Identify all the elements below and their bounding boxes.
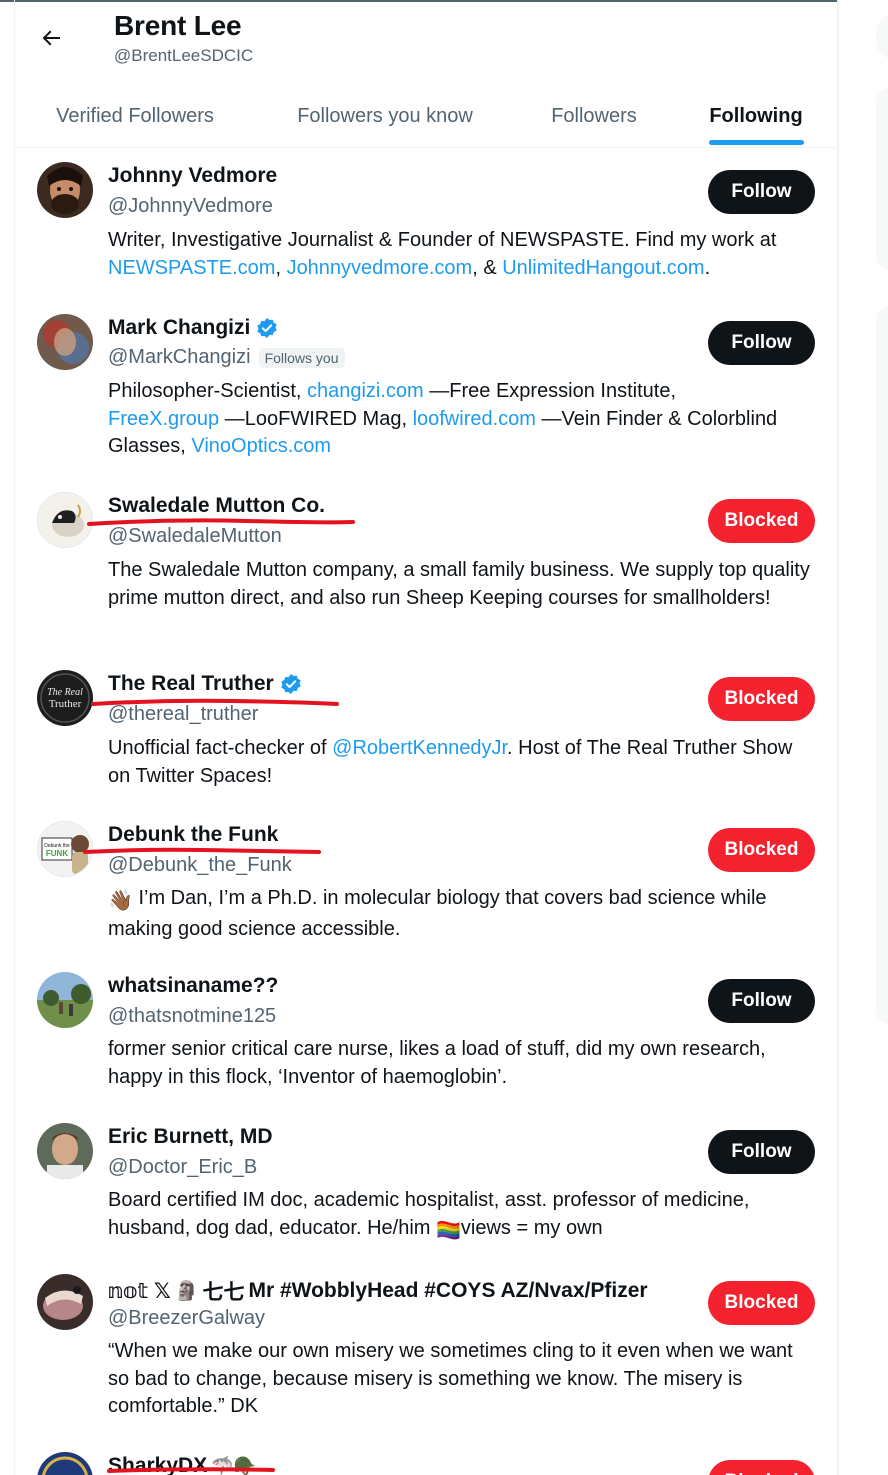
waving-hand-icon: 👋🏾 — [108, 890, 133, 912]
blocked-button[interactable]: Blocked — [708, 828, 815, 872]
blocked-button[interactable]: Blocked — [708, 499, 815, 543]
bio-text: views = my own — [460, 1216, 603, 1239]
tab-bar: Verified Followers Followers you know Fo… — [15, 84, 839, 148]
tab-verified-followers[interactable]: Verified Followers — [15, 84, 255, 148]
user-bio: The Swaledale Mutton company, a small fa… — [108, 559, 810, 609]
shark-helmet-icons: 🦈🪖 — [211, 1455, 257, 1475]
user-name[interactable]: SharkyDX — [108, 1454, 207, 1475]
user-handle[interactable]: @SwaledaleMutton — [108, 525, 282, 548]
user-name-prefix[interactable]: 𝕟𝕠𝕥 𝕏 — [108, 1279, 171, 1304]
user-row[interactable]: Johnny Vedmore @JohnnyVedmore Writer, In… — [15, 150, 839, 300]
blocked-button[interactable]: Blocked — [708, 677, 815, 721]
bio-link[interactable]: FreeX.group — [108, 408, 219, 430]
sidebar-card — [876, 306, 888, 1024]
user-row[interactable]: Swaledale Mutton Co. @SwaledaleMutton Th… — [15, 480, 839, 656]
bio-link[interactable]: loofwired.com — [413, 408, 536, 430]
bio-text: , & — [472, 256, 503, 279]
user-handle[interactable]: @thereal_truther — [108, 703, 258, 726]
bio-link[interactable]: UnlimitedHangout.com — [502, 257, 704, 279]
follow-button[interactable]: Follow — [708, 979, 815, 1023]
avatar-text: FUNK — [46, 849, 68, 858]
user-bio: Board certified IM doc, academic hospita… — [108, 1187, 818, 1245]
user-name[interactable]: The Real Truther — [108, 672, 274, 696]
bio-text: —LooFWIRED Mag, — [219, 407, 413, 430]
bio-text: . — [704, 256, 711, 279]
user-bio: 👋🏾 I’m Dan, I’m a Ph.D. in molecular bio… — [108, 885, 818, 943]
follows-you-badge: Follows you — [258, 347, 345, 368]
tab-followers-you-know[interactable]: Followers you know — [265, 84, 505, 148]
user-row[interactable]: SharkyDX 🦈🪖 Blocked — [15, 1440, 839, 1475]
bio-text: , — [275, 256, 287, 279]
avatar[interactable] — [37, 1123, 93, 1179]
user-row[interactable]: The Real Truther The Real Truther @there… — [15, 656, 839, 806]
user-name[interactable]: Mr #WobblyHead #COYS AZ/Nvax/Pfizer — [248, 1279, 647, 1303]
user-name-mid[interactable]: 七七 — [202, 1276, 244, 1306]
bio-text: I’m Dan, I’m a Ph.D. in molecular biolog… — [108, 887, 767, 940]
bio-text: —Free Expression Institute, — [423, 380, 677, 402]
follow-button[interactable]: Follow — [708, 321, 815, 365]
bio-text: Board certified IM doc, academic hospita… — [108, 1189, 750, 1239]
user-name[interactable]: Swaledale Mutton Co. — [108, 494, 325, 518]
rainbow-flag-icon: 🏳️‍🌈 — [436, 1219, 461, 1242]
profile-header: Brent Lee @BrentLeeSDCIC Verified Follow… — [15, 0, 839, 148]
user-name[interactable]: whatsinaname?? — [108, 974, 278, 998]
user-bio: former senior critical care nurse, likes… — [108, 1038, 766, 1088]
follow-button[interactable]: Follow — [708, 1130, 815, 1174]
profile-handle: @BrentLeeSDCIC — [114, 46, 254, 65]
bio-text: Unofficial fact-checker of — [108, 737, 333, 759]
user-bio: Philosopher-Scientist, changizi.com —Fre… — [108, 378, 818, 461]
avatar-text: The Real — [47, 687, 83, 698]
bio-link[interactable]: NEWSPASTE.com — [108, 257, 275, 279]
user-handle[interactable]: @Debunk_the_Funk — [108, 854, 292, 877]
page-title: Brent Lee — [114, 10, 242, 41]
user-handle[interactable]: @Doctor_Eric_B — [108, 1156, 257, 1179]
user-row[interactable]: whatsinaname?? @thatsnotmine125 former s… — [15, 958, 839, 1108]
bio-mention-link[interactable]: @RobertKennedyJr — [332, 737, 507, 759]
avatar[interactable] — [37, 972, 93, 1028]
user-bio: Writer, Investigative Journalist & Found… — [108, 227, 818, 282]
tab-followers[interactable]: Followers — [515, 84, 673, 148]
user-handle[interactable]: @MarkChangizi — [108, 346, 251, 369]
main-column: Brent Lee @BrentLeeSDCIC Verified Follow… — [14, 0, 839, 1475]
blocked-button[interactable]: Blocked — [708, 1281, 815, 1325]
moai-icon: 🗿 — [174, 1281, 199, 1302]
avatar[interactable]: Debunk the FUNK — [37, 821, 93, 877]
follow-button[interactable]: Follow — [708, 170, 815, 214]
user-bio: Unofficial fact-checker of @RobertKenned… — [108, 735, 818, 790]
active-tab-indicator — [709, 140, 804, 145]
user-row[interactable]: 𝕟𝕠𝕥 𝕏 🗿 七七 Mr #WobblyHead #COYS AZ/Nvax/… — [15, 1260, 839, 1440]
avatar[interactable] — [37, 492, 93, 548]
user-row[interactable]: Debunk the FUNK Debunk the Funk @Debunk_… — [15, 806, 839, 958]
bio-text: Writer, Investigative Journalist & Found… — [108, 229, 777, 251]
avatar[interactable] — [37, 162, 93, 218]
user-bio: “When we make our own misery we sometime… — [108, 1340, 793, 1417]
tab-following[interactable]: Following — [681, 84, 831, 148]
user-handle[interactable]: @JohnnyVedmore — [108, 195, 273, 218]
avatar[interactable] — [37, 1274, 93, 1330]
user-name[interactable]: Debunk the Funk — [108, 823, 278, 847]
back-button[interactable] — [29, 16, 73, 60]
user-name[interactable]: Mark Changizi — [108, 316, 250, 340]
bio-text: Philosopher-Scientist, — [108, 380, 307, 402]
verified-badge-icon — [280, 673, 302, 695]
user-row[interactable]: Eric Burnett, MD @Doctor_Eric_B Board ce… — [15, 1108, 839, 1260]
avatar[interactable] — [37, 1452, 93, 1475]
bio-link[interactable]: VinoOptics.com — [191, 435, 331, 457]
sidebar-card — [876, 88, 888, 270]
user-row[interactable]: Mark Changizi @MarkChangizi Follows you … — [15, 300, 839, 480]
user-handle[interactable]: @thatsnotmine125 — [108, 1005, 276, 1028]
arrow-left-icon — [42, 30, 60, 46]
blocked-button[interactable]: Blocked — [708, 1460, 815, 1475]
avatar[interactable]: The Real Truther — [37, 670, 93, 726]
user-name[interactable]: Eric Burnett, MD — [108, 1125, 273, 1149]
avatar[interactable] — [37, 314, 93, 370]
bio-link[interactable]: changizi.com — [307, 380, 424, 402]
avatar-text: Truther — [49, 698, 82, 710]
user-name[interactable]: Johnny Vedmore — [108, 164, 277, 188]
bio-link[interactable]: Johnnyvedmore.com — [287, 257, 473, 279]
verified-badge-icon — [256, 317, 278, 339]
user-handle[interactable]: @BreezerGalway — [108, 1307, 265, 1330]
